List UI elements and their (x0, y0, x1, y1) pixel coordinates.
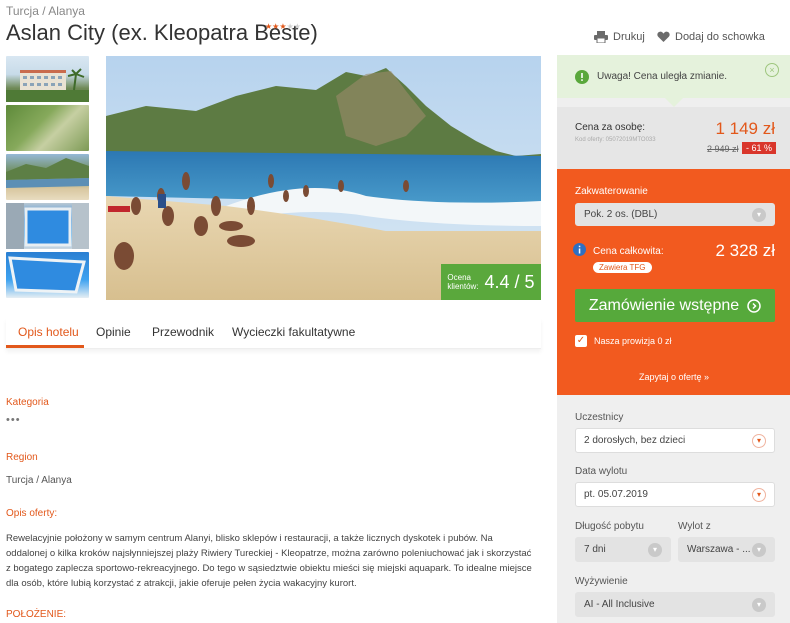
star-icon: ★ (293, 22, 301, 31)
board-label: Wyżywienie (575, 576, 628, 587)
tfg-badge: Zawiera TFG (593, 262, 652, 273)
gallery-thumbnail[interactable] (6, 252, 89, 298)
accommodation-label: Zakwaterowanie (575, 186, 648, 197)
star-icon: ★ (279, 22, 287, 31)
chevron-down-icon: ▾ (752, 207, 766, 222)
departure-from-select[interactable]: Warszawa - ... ▾ (678, 537, 775, 562)
region-label: Region (6, 452, 38, 463)
tab-excursions[interactable]: Wycieczki fakultatywne (232, 325, 355, 339)
total-price-label: Cena całkowita: (593, 246, 664, 257)
tab-hotel-description[interactable]: Opis hotelu (18, 325, 79, 339)
category-value: ••• (6, 414, 21, 426)
print-label: Drukuj (613, 31, 645, 43)
total-price-value: 2 328 zł (715, 241, 775, 260)
commission-checkbox[interactable]: ✓ (575, 335, 587, 347)
arrow-right-icon (747, 298, 761, 313)
active-tab-indicator (6, 345, 84, 348)
old-price: 2 949 zł (707, 144, 739, 154)
tab-guide[interactable]: Przewodnik (152, 325, 214, 339)
accommodation-value: Pok. 2 os. (DBL) (584, 209, 658, 220)
departure-from-label: Wylot z (678, 521, 711, 532)
pre-order-label: Zamówienie wstępne (588, 296, 740, 314)
chevron-down-icon: ▾ (752, 487, 766, 502)
customer-rating-badge: Ocena klientów: 4.4 / 5 (441, 264, 541, 300)
offer-description-label: Opis oferty: (6, 508, 58, 519)
departure-date-label: Data wylotu (575, 466, 628, 477)
region-value: Turcja / Alanya (6, 475, 72, 486)
discount-badge: - 61 % (742, 142, 777, 154)
price-label: Cena za osobę: (575, 122, 646, 133)
category-label: Kategoria (6, 397, 49, 408)
ask-about-offer-link[interactable]: Zapytaj o ofertę » (557, 372, 790, 382)
chevron-down-icon: ▾ (648, 542, 662, 557)
board-value: AI - All Inclusive (584, 599, 655, 610)
participants-label: Uczestnicy (575, 412, 624, 423)
duration-label: Długość pobytu (575, 521, 644, 532)
chevron-down-icon: ▾ (752, 433, 766, 448)
breadcrumb[interactable]: Turcja / Alanya (6, 4, 85, 18)
booking-panel: Zakwaterowanie Pok. 2 os. (DBL) ▾ Cena c… (557, 169, 790, 395)
chevron-down-icon: ▾ (752, 597, 766, 612)
close-icon[interactable]: × (765, 63, 779, 77)
gallery-thumbnail[interactable] (6, 56, 89, 102)
alert-pointer (665, 98, 683, 107)
participants-value: 2 dorosłych, bez dzieci (584, 435, 686, 446)
departure-from-value: Warszawa - ... (687, 544, 751, 555)
hotel-tabs: Opis hotelu Opinie Przewodnik Wycieczki … (6, 318, 541, 349)
commission-label: Nasza prowizja 0 zł (594, 336, 672, 346)
hotel-stars: ★★★★★ (265, 22, 301, 31)
save-label: Dodaj do schowka (675, 31, 765, 43)
add-to-favorites-button[interactable]: Dodaj do schowka (657, 31, 765, 43)
location-label: POŁOŻENIE: (6, 609, 67, 620)
offer-description: Rewelacyjnie położony w samym centrum Al… (6, 533, 532, 589)
accommodation-select[interactable]: Pok. 2 os. (DBL) ▾ (575, 203, 775, 226)
heart-icon (657, 31, 670, 42)
star-icon: ★ (286, 22, 294, 31)
warning-icon (575, 69, 589, 84)
offer-code: Kod oferty: 05072019MTO033 (575, 137, 656, 143)
info-icon[interactable] (573, 243, 586, 256)
departure-date-select[interactable]: pt. 05.07.2019 ▾ (575, 482, 775, 507)
gallery-thumbnail[interactable] (6, 105, 89, 151)
tab-reviews[interactable]: Opinie (96, 325, 131, 339)
duration-value: 7 dni (584, 544, 606, 555)
rating-value: 4.4 / 5 (484, 271, 535, 292)
gallery-thumbnail[interactable] (6, 154, 89, 200)
rating-label: Ocena (447, 273, 471, 282)
duration-select[interactable]: 7 dni ▾ (575, 537, 671, 562)
price-change-alert: Uwaga! Cena uległa zmianie. × (557, 55, 790, 98)
price-per-person-box: Cena za osobę: Kod oferty: 05072019MTO03… (557, 107, 790, 169)
chevron-down-icon: ▾ (752, 542, 766, 557)
participants-select[interactable]: 2 dorosłych, bez dzieci ▾ (575, 428, 775, 453)
board-select[interactable]: AI - All Inclusive ▾ (575, 592, 775, 617)
departure-date-value: pt. 05.07.2019 (584, 489, 648, 500)
alert-text: Uwaga! Cena uległa zmianie. (597, 71, 728, 82)
price-value: 1 149 zł (715, 119, 775, 138)
printer-icon (594, 31, 608, 43)
print-button[interactable]: Drukuj (594, 31, 645, 43)
rating-label: klientów: (447, 282, 479, 291)
pre-order-button[interactable]: Zamówienie wstępne (575, 289, 775, 322)
gallery-thumbnail[interactable] (6, 203, 89, 249)
